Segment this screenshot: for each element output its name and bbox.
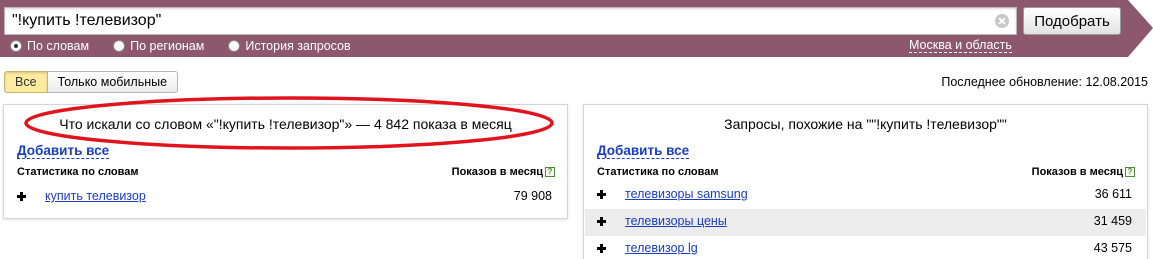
mode-by-words[interactable]: По словам — [10, 39, 89, 53]
word-stats-panel: Что искали со словом «"!купить !телевизо… — [3, 104, 568, 219]
plus-icon[interactable] — [597, 216, 608, 227]
help-icon[interactable]: ? — [1125, 167, 1135, 177]
shows-count: 79 908 — [513, 189, 552, 203]
word-stats-title: Что искали со словом «"!купить !телевизо… — [59, 116, 512, 132]
column-header-stats: Статистика по словам — [17, 166, 139, 178]
mode-history[interactable]: История запросов — [228, 39, 351, 53]
similar-queries-title: Запросы, похожие на ""!купить !телевизор… — [724, 116, 1007, 132]
add-all-link[interactable]: Добавить все — [597, 143, 690, 159]
help-icon[interactable]: ? — [545, 167, 555, 177]
plus-icon[interactable] — [597, 189, 608, 200]
column-header-shows: Показов в месяц ? — [1032, 166, 1135, 178]
similar-queries-panel: Запросы, похожие на ""!купить !телевизор… — [583, 104, 1148, 259]
column-header-shows: Показов в месяц ? — [452, 166, 555, 178]
search-mode-group: По словам По регионам История запросов — [10, 38, 375, 54]
table-row: купить телевизор 79 908 — [5, 184, 566, 211]
device-filter-tabs: Все Только мобильные — [4, 71, 179, 93]
search-field[interactable] — [4, 7, 1017, 35]
mode-by-words-label: По словам — [27, 39, 90, 53]
plus-icon[interactable] — [17, 191, 28, 202]
table-row: телевизор lg 43 575 — [585, 236, 1146, 259]
column-header-shows-label: Показов в месяц — [451, 166, 543, 178]
mode-by-regions-label: По регионам — [130, 39, 205, 53]
column-header-stats: Статистика по словам — [597, 166, 719, 178]
table-row: телевизоры цены 31 459 — [585, 209, 1146, 236]
pick-button[interactable]: Подобрать — [1023, 7, 1121, 35]
tab-mobile-only[interactable]: Только мобильные — [47, 71, 179, 93]
table-row: телевизоры samsung 36 611 — [585, 182, 1146, 209]
mode-history-label: История запросов — [245, 39, 351, 53]
phrase-link[interactable]: телевизор lg — [625, 241, 698, 255]
radio-icon[interactable] — [113, 40, 126, 52]
shows-count: 36 611 — [1094, 187, 1132, 201]
clear-icon[interactable] — [995, 14, 1009, 28]
search-input[interactable] — [5, 8, 995, 34]
region-link[interactable]: Москва и область — [909, 38, 1012, 53]
radio-icon[interactable] — [228, 40, 241, 52]
phrase-link[interactable]: купить телевизор — [45, 189, 146, 203]
shows-count: 31 459 — [1093, 214, 1132, 228]
phrase-link[interactable]: телевизоры samsung — [625, 187, 748, 201]
search-band: Подобрать По словам По регионам История … — [0, 0, 1153, 57]
phrase-link[interactable]: телевизоры цены — [625, 214, 727, 228]
last-update-text: Последнее обновление: 12.08.2015 — [941, 75, 1148, 89]
mode-by-regions[interactable]: По регионам — [113, 39, 204, 53]
column-header-shows-label: Показов в месяц — [1031, 166, 1123, 178]
radio-selected-icon[interactable] — [10, 40, 22, 52]
shows-count: 43 575 — [1093, 241, 1132, 255]
plus-icon[interactable] — [597, 243, 608, 254]
add-all-link[interactable]: Добавить все — [17, 143, 110, 159]
tab-all[interactable]: Все — [4, 71, 48, 93]
